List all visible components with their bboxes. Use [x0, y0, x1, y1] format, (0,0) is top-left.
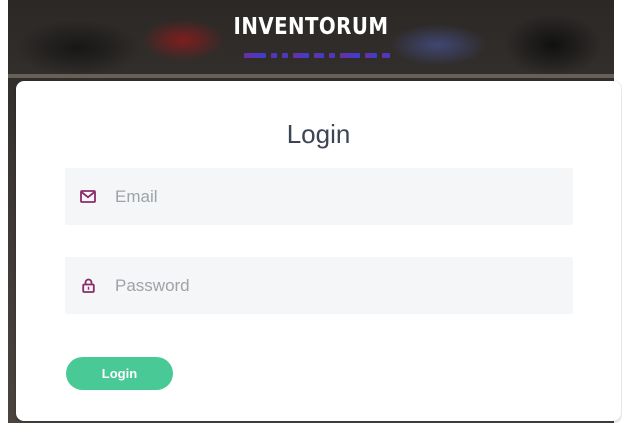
mail-icon: [79, 188, 97, 206]
background-shelf: [8, 74, 614, 78]
password-input[interactable]: [115, 275, 535, 296]
email-field-container[interactable]: [65, 168, 573, 225]
brand-logo: INVENTORUM: [233, 14, 389, 40]
login-page: INVENTORUM Login Email Login: [0, 0, 622, 423]
email-input[interactable]: [115, 186, 535, 207]
login-card: Login Login: [16, 81, 621, 421]
login-button[interactable]: Login: [66, 357, 173, 390]
password-field-container[interactable]: [65, 257, 573, 314]
login-title: Login: [286, 119, 351, 149]
lock-icon: [79, 277, 97, 295]
brand-logo-stripe: [244, 53, 390, 58]
